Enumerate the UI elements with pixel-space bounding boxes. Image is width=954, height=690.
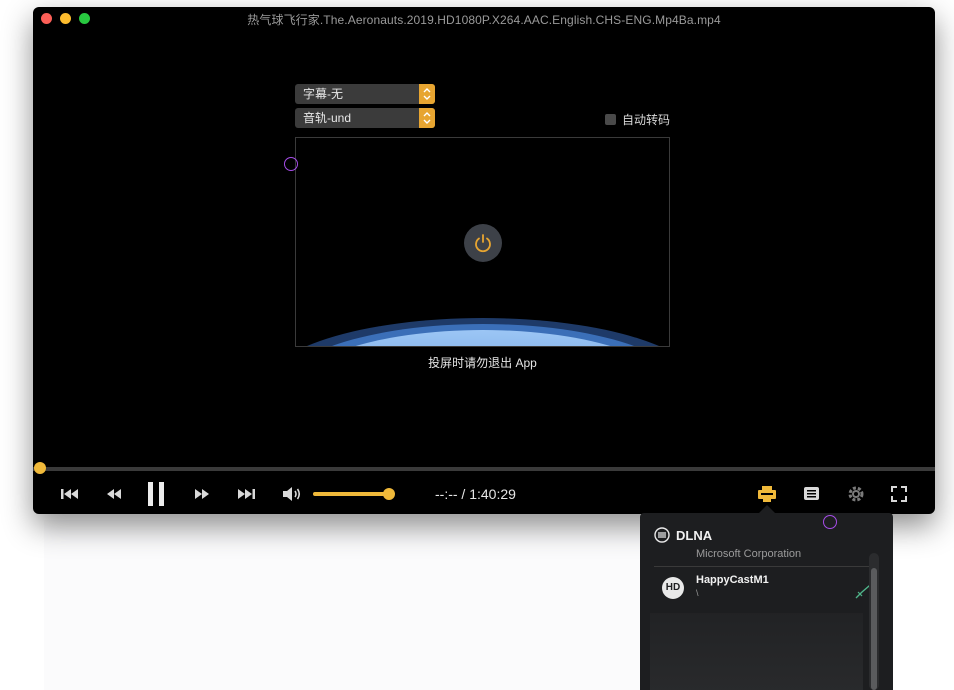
select-arrows-icon [419,84,435,104]
fast-forward-icon[interactable] [193,485,211,503]
scrollbar[interactable] [869,553,879,690]
device-list-area [650,613,863,690]
device-item[interactable]: HD HappyCastM1 \ [662,574,877,604]
dlna-popover: DLNA Microsoft Corporation HD HappyCastM… [640,513,893,690]
cast-icon[interactable] [757,485,777,503]
dlna-header: DLNA [654,527,712,543]
device-detail: \ [696,588,699,598]
volume-slider[interactable] [313,492,389,496]
audio-track-select-value: 音轨-und [303,111,352,125]
progress-bar[interactable] [33,462,935,474]
audio-track-select[interactable]: 音轨-und [295,108,435,128]
player-window: 热气球飞行家.The.Aeronauts.2019.HD1080P.X264.A… [33,7,935,514]
dlna-title: DLNA [676,527,713,543]
window-title: 热气球飞行家.The.Aeronauts.2019.HD1080P.X264.A… [247,13,721,27]
select-arrows-icon [419,108,435,128]
cast-preview [295,137,670,347]
skip-forward-icon[interactable] [236,485,256,503]
progress-knob[interactable] [34,462,46,474]
scroll-thumb[interactable] [871,568,877,690]
skip-back-icon[interactable] [60,485,80,503]
volume-icon[interactable] [281,485,303,503]
device-name: HappyCastM1 [696,574,769,586]
page-background [44,520,640,690]
pause-icon[interactable] [146,481,166,507]
auto-transcode-checkbox[interactable] [605,114,616,125]
power-icon [475,234,491,253]
settings-icon[interactable] [847,485,865,503]
popover-arrow [759,505,775,513]
volume-knob[interactable] [383,488,395,500]
cursor-indicator [823,515,837,529]
power-button[interactable] [464,224,502,262]
dlna-icon [654,527,670,543]
playback-controls: --:-- / 1:40:29 [33,479,935,509]
rewind-icon[interactable] [105,485,123,503]
auto-transcode-toggle[interactable]: 自动转码 [605,111,670,128]
subtitle-select-value: 字幕-无 [303,87,343,101]
fullscreen-icon[interactable] [890,485,908,503]
dlna-subtitle: Microsoft Corporation [696,548,802,560]
auto-transcode-label: 自动转码 [622,113,671,127]
divider [654,566,869,567]
cast-hint-text: 投屏时请勿退出 App [428,356,537,370]
cursor-indicator [284,157,298,171]
playlist-icon[interactable] [803,485,821,503]
subtitle-select[interactable]: 字幕-无 [295,84,435,104]
time-display: --:-- / 1:40:29 [435,486,516,502]
hd-device-icon: HD [662,577,684,599]
